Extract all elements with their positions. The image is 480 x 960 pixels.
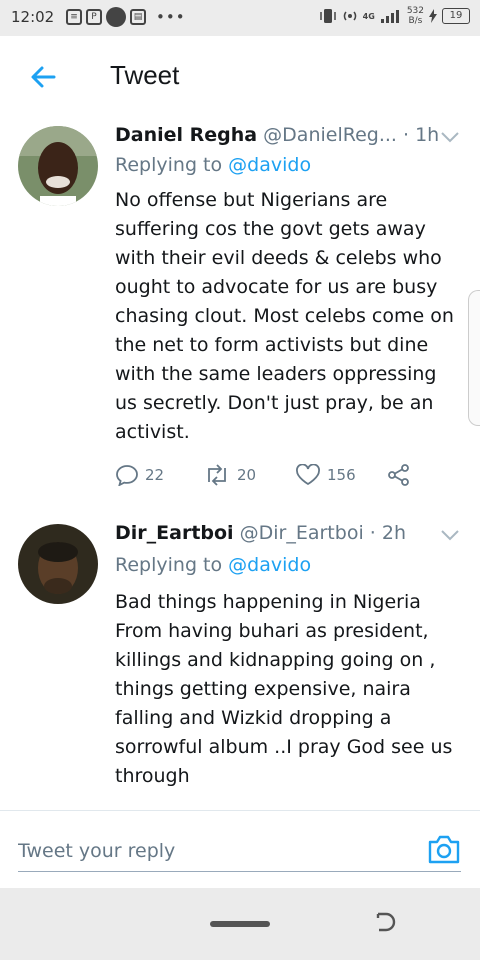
- replying-prefix: Replying to: [115, 154, 223, 176]
- author-name[interactable]: Dir_Eartboi: [115, 522, 234, 544]
- separator: ·: [403, 124, 410, 146]
- status-time: 12:02: [11, 8, 55, 26]
- replying-prefix: Replying to: [115, 554, 223, 576]
- timestamp: 2h: [381, 522, 406, 544]
- reply-input[interactable]: [18, 835, 461, 872]
- avatar[interactable]: [18, 126, 98, 206]
- retweet-count: 20: [237, 466, 257, 484]
- mention-link[interactable]: @davido: [228, 154, 311, 176]
- chevron-down-icon[interactable]: [440, 528, 460, 542]
- system-nav-bar: [0, 888, 480, 960]
- avatar-image: [18, 524, 98, 604]
- tweet-item[interactable]: Dir_Eartboi @Dir_Eartboi · 2h Replying t…: [0, 506, 480, 810]
- status-right: 4G 532 B/s 19: [319, 6, 470, 26]
- replying-to: Replying to @davido: [115, 554, 311, 576]
- network-speed: 532 B/s: [407, 6, 424, 26]
- share-icon: [388, 464, 409, 486]
- chevron-down-icon[interactable]: [440, 130, 460, 144]
- retweet-button[interactable]: 20: [203, 464, 295, 486]
- app-header: Tweet: [0, 36, 480, 121]
- tweet-text: Bad things happening in Nigeria From hav…: [115, 591, 453, 787]
- avatar[interactable]: [18, 524, 98, 604]
- heart-icon: [296, 464, 320, 486]
- separator: ·: [369, 522, 376, 544]
- signal-icon: [380, 10, 399, 23]
- scroll-handle[interactable]: [468, 290, 480, 426]
- reply-button[interactable]: 22: [115, 464, 203, 486]
- hotspot-icon: [343, 11, 356, 21]
- vibrate-icon: [319, 9, 336, 23]
- charging-icon: [429, 9, 437, 23]
- retweet-icon: [208, 464, 226, 486]
- notification-icon: P: [86, 9, 102, 25]
- reply-count: 22: [145, 466, 165, 484]
- notification-icon: ≡: [66, 9, 82, 25]
- like-count: 156: [327, 466, 356, 484]
- tweet-header: Daniel Regha @DanielReg... · 1h: [115, 124, 439, 146]
- mention-link[interactable]: @davido: [228, 554, 311, 576]
- notification-icon: [106, 7, 126, 27]
- reply-icon: [116, 465, 138, 486]
- home-gesture-bar[interactable]: [210, 921, 270, 927]
- reply-composer: [0, 810, 480, 889]
- share-button[interactable]: [387, 463, 411, 487]
- timestamp: 1h: [415, 124, 440, 146]
- network-type-label: 4G: [362, 11, 375, 21]
- page-title: Tweet: [110, 60, 180, 90]
- system-back-icon[interactable]: [372, 910, 398, 936]
- author-handle[interactable]: @DanielReg...: [263, 124, 397, 146]
- tweet-item[interactable]: Daniel Regha @DanielReg... · 1h Replying…: [0, 120, 480, 507]
- notification-icons: ≡ P ▤ •••: [66, 7, 186, 27]
- battery-indicator: 19: [442, 8, 470, 24]
- tweet-actions: 22 20 156: [115, 463, 411, 487]
- camera-icon[interactable]: [426, 831, 462, 867]
- tweet-header: Dir_Eartboi @Dir_Eartboi · 2h: [115, 522, 406, 544]
- avatar-image: [18, 126, 98, 206]
- like-button[interactable]: 156: [295, 464, 387, 486]
- more-notifications-icon: •••: [156, 8, 186, 26]
- speed-unit: B/s: [408, 16, 423, 26]
- author-handle[interactable]: @Dir_Eartboi: [240, 522, 364, 544]
- status-bar: 12:02 ≡ P ▤ ••• 4G 532 B/s 19: [0, 0, 480, 36]
- speed-value: 532: [406, 6, 424, 16]
- back-arrow-icon[interactable]: [28, 62, 58, 92]
- replying-to: Replying to @davido: [115, 154, 311, 176]
- tweet-text: No offense but Nigerians are suffering c…: [115, 189, 454, 443]
- author-name[interactable]: Daniel Regha: [115, 124, 257, 146]
- notification-icon: ▤: [130, 9, 146, 25]
